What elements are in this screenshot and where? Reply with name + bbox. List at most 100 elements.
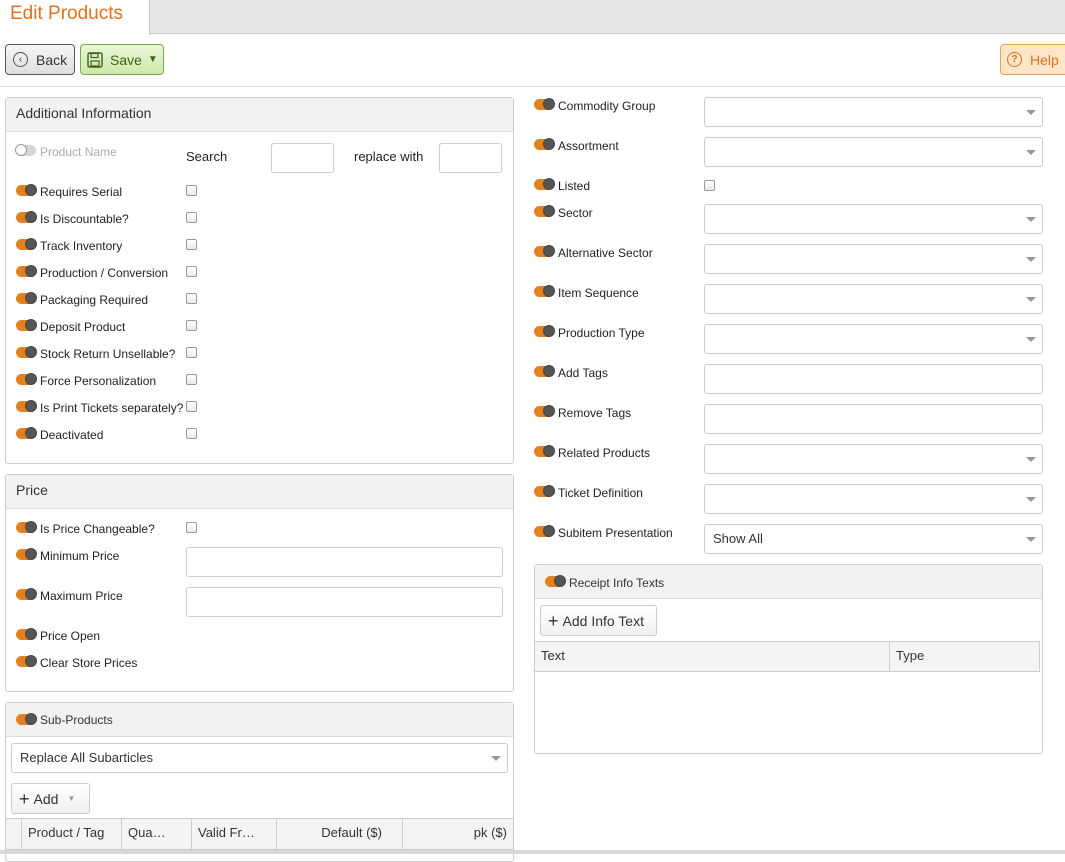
subitem-presentation-select[interactable]: Show All: [704, 524, 1043, 554]
deposit-product-checkbox[interactable]: [186, 320, 197, 331]
col-quantity[interactable]: Qua…: [122, 819, 192, 849]
ticket-definition-select[interactable]: [704, 484, 1043, 514]
packaging-required-checkbox[interactable]: [186, 293, 197, 304]
price-changeable-toggle-icon[interactable]: [16, 521, 37, 533]
col-pk-price[interactable]: pk ($): [403, 819, 513, 849]
assortment-label: Assortment: [558, 139, 619, 153]
packaging-required-toggle-icon[interactable]: [16, 292, 37, 304]
subitem-presentation-toggle-icon[interactable]: [534, 525, 555, 537]
grid-row-handle: [6, 819, 22, 849]
sector-toggle-icon[interactable]: [534, 205, 555, 217]
clear-store-prices-toggle-icon[interactable]: [16, 655, 37, 667]
item-sequence-toggle-icon[interactable]: [534, 285, 555, 297]
replace-input[interactable]: [439, 143, 502, 173]
listed-checkbox[interactable]: [704, 180, 715, 191]
remove-tags-input[interactable]: [704, 404, 1043, 434]
col-type[interactable]: Type: [890, 642, 1040, 671]
stock-return-unsellable-checkbox[interactable]: [186, 347, 197, 358]
chevron-down-icon: ▼: [147, 54, 158, 65]
listed-label: Listed: [558, 179, 591, 193]
maximum-price-input[interactable]: [186, 587, 503, 617]
listed-toggle-icon[interactable]: [534, 178, 555, 190]
alternative-sector-toggle-icon[interactable]: [534, 245, 555, 257]
related-products-select[interactable]: [704, 444, 1043, 474]
col-text[interactable]: Text: [535, 642, 890, 671]
minimum-price-toggle-icon[interactable]: [16, 548, 37, 560]
chevron-down-icon: [1026, 537, 1036, 542]
track-inventory-checkbox[interactable]: [186, 239, 197, 250]
product-name-toggle-icon[interactable]: [15, 144, 36, 156]
production-type-toggle-icon[interactable]: [534, 325, 555, 337]
requires-serial-toggle-icon[interactable]: [16, 184, 37, 196]
add-info-text-button[interactable]: + Add Info Text: [540, 605, 657, 636]
chevron-down-icon: [1026, 497, 1036, 502]
back-button[interactable]: ‹ Back: [5, 44, 75, 75]
floppy-disk-icon: [87, 51, 103, 68]
packaging-required-label: Packaging Required: [40, 293, 149, 307]
add-subproduct-button[interactable]: + Add ▼: [11, 783, 90, 814]
save-label: Save: [110, 51, 142, 68]
print-tickets-separately-checkbox[interactable]: [186, 401, 197, 412]
chevron-down-icon: [1026, 297, 1036, 302]
assortment-toggle-icon[interactable]: [534, 138, 555, 150]
subproducts-header: Sub-Products: [6, 703, 513, 737]
chevron-down-icon: [1026, 457, 1036, 462]
is-discountable-toggle-icon[interactable]: [16, 211, 37, 223]
production-conversion-toggle-icon[interactable]: [16, 265, 37, 277]
alternative-sector-select[interactable]: [704, 244, 1043, 274]
deactivated-checkbox[interactable]: [186, 428, 197, 439]
clear-store-prices-label: Clear Store Prices: [40, 656, 138, 670]
requires-serial-label: Requires Serial: [40, 185, 123, 199]
add-tags-toggle-icon[interactable]: [534, 365, 555, 377]
col-valid-from[interactable]: Valid Fr…: [192, 819, 277, 849]
print-tickets-separately-toggle-icon[interactable]: [16, 400, 37, 412]
related-products-toggle-icon[interactable]: [534, 445, 555, 457]
track-inventory-label: Track Inventory: [40, 239, 123, 253]
horizontal-scrollbar[interactable]: [0, 850, 1065, 854]
help-button[interactable]: ? Help: [1000, 44, 1065, 75]
production-type-select[interactable]: [704, 324, 1043, 354]
ticket-definition-toggle-icon[interactable]: [534, 485, 555, 497]
force-personalization-toggle-icon[interactable]: [16, 373, 37, 385]
maximum-price-toggle-icon[interactable]: [16, 588, 37, 600]
question-icon: ?: [1007, 52, 1022, 67]
production-conversion-checkbox[interactable]: [186, 266, 197, 277]
subproducts-mode-select[interactable]: Replace All Subarticles: [11, 743, 508, 773]
force-personalization-checkbox[interactable]: [186, 374, 197, 385]
minimum-price-input[interactable]: [186, 547, 503, 577]
col-default-price[interactable]: Default ($): [277, 819, 403, 849]
tab-edit-products[interactable]: Edit Products: [0, 0, 150, 35]
commodity-group-toggle-icon[interactable]: [534, 98, 555, 110]
chevron-down-icon: [1026, 150, 1036, 155]
add-tags-label: Add Tags: [558, 366, 608, 380]
track-inventory-toggle-icon[interactable]: [16, 238, 37, 250]
tab-bar: [0, 0, 1065, 34]
subproducts-toggle-icon[interactable]: [16, 713, 37, 725]
replace-with-label: replace with: [354, 149, 424, 164]
force-personalization-label: Force Personalization: [40, 374, 157, 388]
is-discountable-checkbox[interactable]: [186, 212, 197, 223]
commodity-group-select[interactable]: [704, 97, 1043, 127]
price-open-label: Price Open: [40, 629, 101, 643]
production-type-label: Production Type: [558, 326, 645, 340]
requires-serial-checkbox[interactable]: [186, 185, 197, 196]
item-sequence-select[interactable]: [704, 284, 1043, 314]
remove-tags-toggle-icon[interactable]: [534, 405, 555, 417]
deactivated-toggle-icon[interactable]: [16, 427, 37, 439]
sector-select[interactable]: [704, 204, 1043, 234]
price-changeable-checkbox[interactable]: [186, 522, 197, 533]
add-tags-input[interactable]: [704, 364, 1043, 394]
chevron-down-icon: [1026, 257, 1036, 262]
price-open-toggle-icon[interactable]: [16, 628, 37, 640]
receipt-grid-header: Text Type: [534, 641, 1040, 672]
remove-tags-label: Remove Tags: [558, 406, 632, 420]
col-product-tag[interactable]: Product / Tag: [22, 819, 122, 849]
save-button[interactable]: Save ▼: [80, 44, 164, 75]
search-input[interactable]: [271, 143, 334, 173]
deposit-product-toggle-icon[interactable]: [16, 319, 37, 331]
minimum-price-label: Minimum Price: [40, 549, 120, 563]
stock-return-unsellable-toggle-icon[interactable]: [16, 346, 37, 358]
alternative-sector-label: Alternative Sector: [558, 246, 653, 260]
receipt-info-toggle-icon[interactable]: [545, 575, 566, 587]
assortment-select[interactable]: [704, 137, 1043, 167]
